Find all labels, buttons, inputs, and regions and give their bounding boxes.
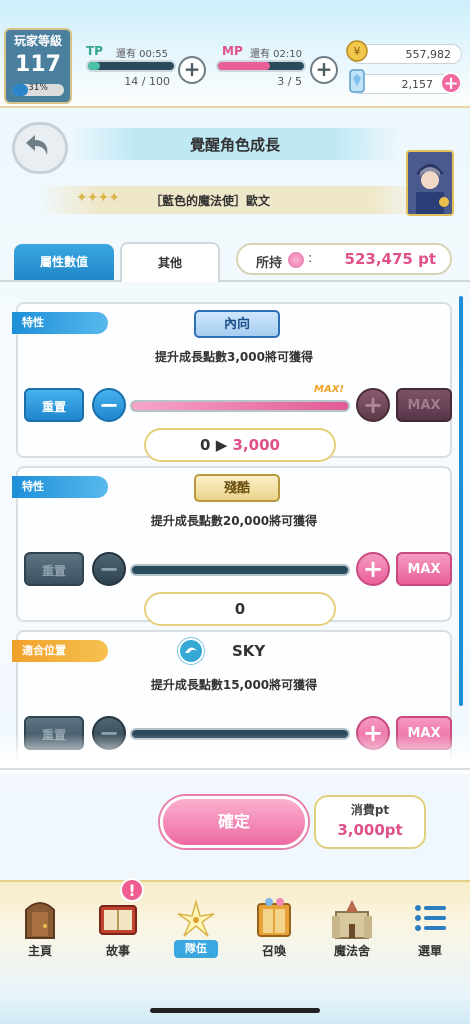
character-portrait[interactable] [406,150,454,216]
exp-percent: 31% [27,83,48,93]
gem-plus-button[interactable]: + [440,72,462,94]
gem-icon [349,69,365,93]
nav-summon[interactable]: 召喚 [238,892,310,970]
tp-plus-button[interactable]: + [178,56,206,84]
character-portrait-icon [408,152,452,214]
tab-divider [0,280,470,282]
card-description: 提升成長點數3,000將可獲得 [155,350,313,364]
mp-plus-button[interactable]: + [310,56,338,84]
mp-bar [216,60,306,72]
growth-slider[interactable] [130,564,350,576]
tab-stats[interactable]: 屬性數值 [14,244,114,280]
back-button[interactable] [12,122,68,174]
cost-value: 3,000pt [337,821,403,839]
sky-icon [178,638,204,664]
arrow-icon: ▶ [215,436,228,454]
trait-badge: 殘酷 [194,474,280,502]
card-tag: 特性 [12,476,108,498]
value-old: 0 [200,436,211,454]
card-description: 提升成長點數20,000將可獲得 [150,514,318,528]
tp-bar [86,60,176,72]
mp-bar-fill [218,62,270,70]
nav-label: 主頁 [27,944,52,958]
story-notification-badge: ! [120,878,144,902]
points-value: 523,475 pt [344,250,436,268]
nav-label: 召喚 [261,944,286,958]
plus-button[interactable]: + [356,388,390,422]
confirm-button[interactable]: 確定 [160,796,308,848]
card-description: 提升成長點數15,000將可獲得 [150,678,318,692]
tp-value: 14 / 100 [124,75,170,88]
home-indicator [150,1008,320,1013]
tp-remaining: 還有 00:55 [116,49,168,60]
trait-card: 特性 殘酷 提升成長點數20,000將可獲得 重置 − + MAX 0 [12,466,452,626]
value-new: 3,000 [232,436,280,454]
minus-button[interactable]: − [92,388,126,422]
minus-button[interactable]: − [92,552,126,586]
player-level-label: 玩家等級 [13,34,62,48]
card-tag: 特性 [12,312,108,334]
door-icon [25,902,55,939]
menu-list-icon [415,905,446,931]
reset-button[interactable]: 重置 [24,552,84,586]
tab-other[interactable]: 其他 [120,242,220,282]
gem-value: 2,157 [401,78,434,91]
coin-value: 557,982 [405,48,452,61]
trait-card: 特性 內向 提升成長點數3,000將可獲得 重置 − MAX! + MAX 0 … [12,302,452,462]
points-display: 所持 : 523,475 pt [236,243,452,275]
card-tag: 適合位置 [12,640,108,662]
tp-label: TP [86,44,103,58]
position-badge: SKY [232,642,266,660]
nav-label: 選單 [417,944,442,958]
trait-badge: 內向 [194,310,280,338]
nav-label: 隊伍 [174,940,218,958]
plus-button[interactable]: + [356,552,390,586]
player-level-value: 117 [15,52,61,77]
lily-icon [177,899,215,937]
points-colon: : [308,251,313,266]
value-display: 0 ▶ 3,000 [144,428,336,462]
star-rating: ✦✦✦✦ [76,190,120,206]
max-button[interactable]: MAX [396,552,452,586]
scrollbar-thumb[interactable] [459,296,463,706]
nav-magic-house[interactable]: 魔法舍 [316,892,388,970]
book-icon [99,905,137,935]
growth-slider[interactable] [130,400,350,412]
nav-home[interactable]: 主頁 [4,892,76,970]
summon-icon [257,898,291,937]
castle-icon [332,900,372,939]
back-arrow-icon [26,135,48,155]
mp-label: MP [222,44,243,58]
nav-menu[interactable]: 選單 [394,892,466,970]
mp-remaining: 還有 02:10 [250,49,302,60]
tp-bar-fill [88,62,101,70]
growth-panel[interactable]: 特性 內向 提升成長點數3,000將可獲得 重置 − MAX! + MAX 0 … [12,292,456,762]
points-label: 所持 [256,256,283,271]
mp-value: 3 / 5 [277,75,302,88]
max-button[interactable]: MAX [396,388,452,422]
nav-team[interactable]: 隊伍 [160,892,232,970]
section-divider [0,768,470,770]
cost-label: 消費pt [350,803,390,817]
nav-story[interactable]: 故事 [82,892,154,970]
reset-button[interactable]: 重置 [24,388,84,422]
growth-slider-fill [132,402,348,410]
coin-icon: ¥ [346,40,368,62]
player-level-box[interactable]: 玩家等級 117 31% [4,28,72,104]
svg-text:¥: ¥ [354,45,361,58]
growth-point-icon [288,252,304,268]
character-name: ［藍色的魔法使］歐文 [150,194,271,208]
cost-box: 消費pt 3,000pt [314,795,426,849]
page-title: 覺醒角色成長 [189,136,280,154]
value-display: 0 [144,592,336,626]
nav-label: 魔法舍 [333,944,370,958]
nav-label: 故事 [105,944,130,958]
max-marker: MAX! [314,384,344,395]
